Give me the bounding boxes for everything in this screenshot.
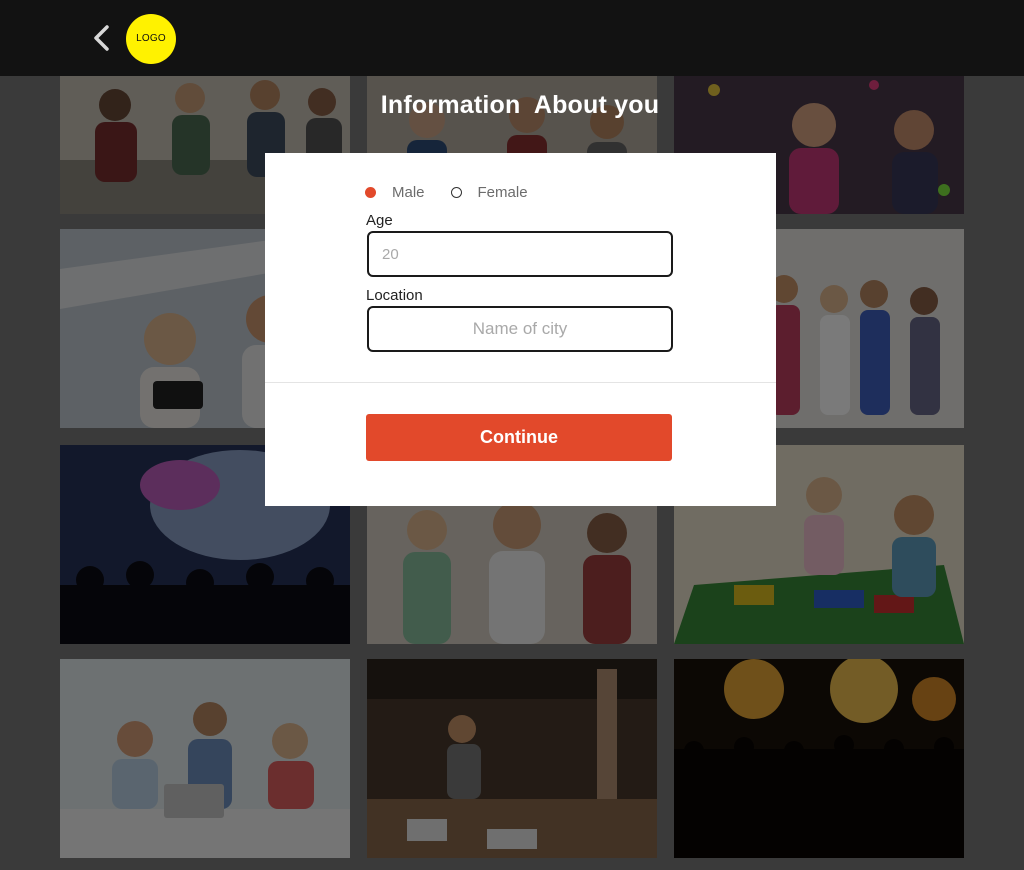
radio-unselected-icon[interactable] xyxy=(450,187,462,198)
back-button[interactable] xyxy=(88,22,116,54)
page-title: Information About you xyxy=(380,91,660,119)
divider xyxy=(265,382,776,383)
continue-button[interactable]: Continue xyxy=(366,414,672,461)
info-form-modal: Male Female Age Location Continue xyxy=(265,153,776,506)
age-input[interactable] xyxy=(367,231,673,277)
radio-selected-icon[interactable] xyxy=(365,187,376,198)
gender-radio-group: Male Female xyxy=(365,184,528,201)
gender-option-male[interactable]: Male xyxy=(365,184,425,201)
gender-option-female[interactable]: Female xyxy=(450,184,528,201)
top-bar: LOGO xyxy=(0,0,1024,76)
location-input[interactable] xyxy=(367,306,673,352)
gender-option-label: Female xyxy=(477,184,528,201)
chevron-left-icon xyxy=(94,25,109,51)
location-label: Location xyxy=(366,287,423,304)
logo[interactable]: LOGO xyxy=(126,14,176,64)
gender-option-label: Male xyxy=(392,184,425,201)
age-label: Age xyxy=(366,212,393,229)
